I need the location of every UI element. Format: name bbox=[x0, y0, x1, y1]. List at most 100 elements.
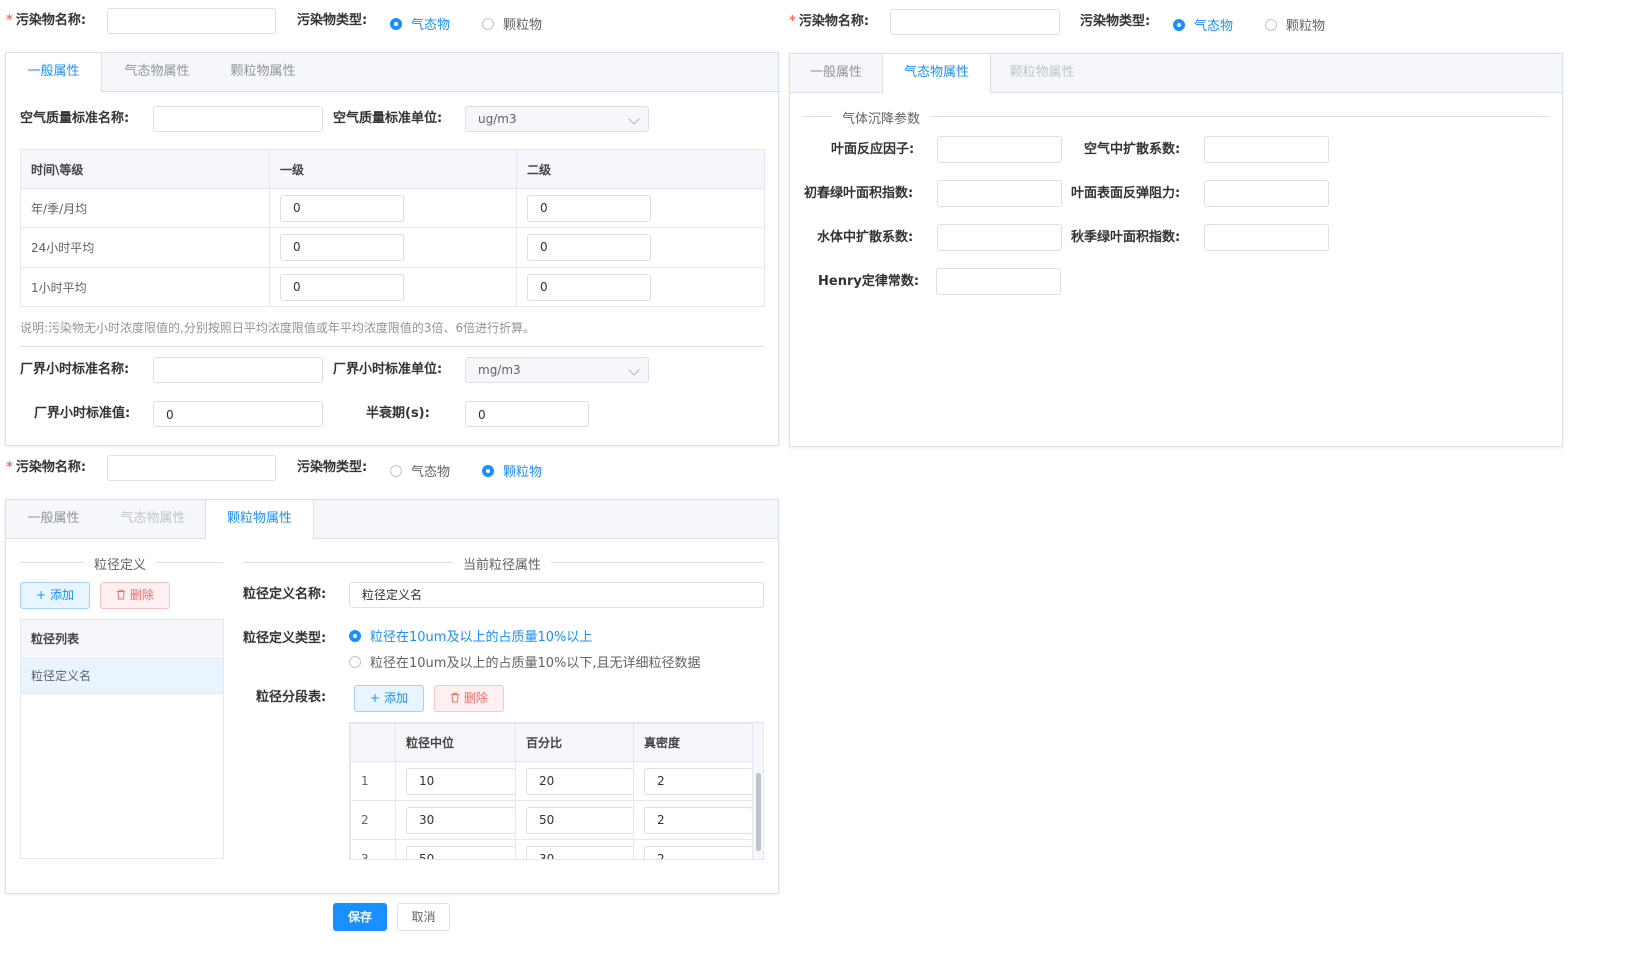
table-row: 2 30 50 2 bbox=[350, 800, 753, 840]
water-diffusion-input[interactable] bbox=[937, 224, 1062, 251]
density-input[interactable]: 2 bbox=[644, 767, 753, 795]
pollutant-name-input[interactable] bbox=[107, 8, 276, 34]
half-life-input[interactable]: 0 bbox=[465, 401, 589, 427]
air-diffusion-label: 空气中扩散系数: bbox=[1084, 142, 1181, 157]
current-particle-title: 当前粒径属性 bbox=[453, 554, 552, 573]
fb-standard-name-input[interactable] bbox=[153, 357, 323, 383]
median-input[interactable]: 10 bbox=[406, 767, 516, 795]
plus-icon: + bbox=[370, 691, 381, 705]
particle-list: 粒径列表 粒径定义名 bbox=[20, 619, 224, 859]
pollutant-type-label: 污染物类型: bbox=[1080, 14, 1151, 29]
tab-gaseous[interactable]: 气态物属性 bbox=[103, 53, 211, 91]
henry-constant-label: Henry定律常数: bbox=[818, 274, 920, 289]
pollutant-type-label: 污染物类型: bbox=[297, 460, 368, 475]
radio-gaseous[interactable]: 气态物 bbox=[390, 14, 450, 33]
particulate-properties-panel: 一般属性 气态物属性 颗粒物属性 粒径定义 + 添加 删除 粒径列表 粒径定义名… bbox=[5, 499, 779, 894]
col-index bbox=[350, 723, 396, 762]
aq-standard-name-input[interactable] bbox=[153, 106, 323, 132]
add-definition-button[interactable]: + 添加 bbox=[20, 582, 90, 609]
add-segment-button[interactable]: + 添加 bbox=[354, 685, 424, 712]
pollutant-name-label: * 污染物名称: bbox=[789, 14, 870, 29]
radio-particulate[interactable]: 颗粒物 bbox=[482, 14, 542, 33]
trash-icon bbox=[451, 692, 460, 703]
particle-definition-title: 粒径定义 bbox=[84, 554, 157, 573]
scrollbar-thumb[interactable] bbox=[756, 773, 761, 851]
chevron-down-icon bbox=[628, 113, 640, 125]
tab-bar: 一般属性 气态物属性 颗粒物属性 bbox=[790, 54, 1562, 93]
radio-gaseous[interactable]: 气态物 bbox=[1173, 15, 1233, 34]
grade1-input[interactable]: 0 bbox=[280, 234, 404, 261]
tab-general[interactable]: 一般属性 bbox=[790, 54, 882, 92]
definition-type-label: 粒径定义类型: bbox=[243, 631, 327, 646]
median-input[interactable]: 30 bbox=[406, 806, 516, 834]
leaf-resistance-input[interactable] bbox=[1204, 180, 1329, 207]
henry-constant-input[interactable] bbox=[936, 268, 1061, 295]
tab-particulate[interactable]: 颗粒物属性 bbox=[211, 53, 315, 91]
segment-table-label: 粒径分段表: bbox=[256, 690, 327, 705]
spring-lai-label: 初春绿叶面积指数: bbox=[804, 186, 914, 201]
chevron-down-icon bbox=[628, 364, 640, 376]
cancel-button[interactable]: 取消 bbox=[397, 903, 450, 931]
radio-particulate[interactable]: 颗粒物 bbox=[1265, 15, 1325, 34]
grade2-input[interactable]: 0 bbox=[527, 234, 651, 261]
tab-general[interactable]: 一般属性 bbox=[6, 53, 102, 92]
particle-list-header: 粒径列表 bbox=[21, 620, 223, 659]
density-input[interactable]: 2 bbox=[644, 845, 753, 859]
conversion-note: 说明:污染物无小时浓度限值的,分别按照日平均浓度限值或年平均浓度限值的3倍、6倍… bbox=[20, 321, 536, 335]
definition-name-label: 粒径定义名称: bbox=[243, 587, 327, 602]
tab-general[interactable]: 一般属性 bbox=[6, 500, 101, 538]
tab-particulate[interactable]: 颗粒物属性 bbox=[205, 500, 314, 539]
aq-standard-unit-select[interactable]: ug/m3 bbox=[465, 106, 649, 132]
row-index: 3 bbox=[350, 839, 396, 859]
percent-input[interactable]: 50 bbox=[526, 806, 634, 834]
row-label: 24小时平均 bbox=[20, 227, 270, 268]
pollutant-name-label: * 污染物名称: bbox=[6, 460, 87, 475]
air-diffusion-input[interactable] bbox=[1204, 136, 1329, 163]
gaseous-properties-panel: 一般属性 气态物属性 颗粒物属性 气体沉降参数 叶面反应因子: 空气中扩散系数:… bbox=[789, 53, 1563, 447]
delete-segment-button[interactable]: 删除 bbox=[434, 685, 504, 712]
tab-gaseous[interactable]: 气态物属性 bbox=[101, 500, 205, 538]
water-diffusion-label: 水体中扩散系数: bbox=[817, 230, 914, 245]
pollutant-name-input[interactable] bbox=[107, 455, 276, 481]
tab-particulate[interactable]: 颗粒物属性 bbox=[989, 54, 1095, 92]
density-input[interactable]: 2 bbox=[644, 806, 753, 834]
autumn-lai-label: 秋季绿叶面积指数: bbox=[1071, 230, 1181, 245]
plus-icon: + bbox=[36, 588, 47, 602]
list-item[interactable]: 粒径定义名 bbox=[21, 659, 223, 694]
fb-standard-unit-select[interactable]: mg/m3 bbox=[465, 357, 649, 383]
tab-gaseous[interactable]: 气态物属性 bbox=[882, 54, 991, 93]
definition-name-input[interactable]: 粒径定义名 bbox=[349, 582, 764, 608]
tab-bar: 一般属性 气态物属性 颗粒物属性 bbox=[6, 500, 778, 539]
grade2-input[interactable]: 0 bbox=[527, 194, 651, 222]
trash-icon bbox=[117, 589, 126, 600]
scrollbar-track[interactable] bbox=[752, 723, 763, 859]
percent-input[interactable]: 30 bbox=[526, 845, 634, 859]
fb-standard-value-label: 厂界小时标准值: bbox=[34, 406, 131, 421]
grade-table-header: 时间\等级 一级 二级 bbox=[20, 149, 765, 189]
grade1-input[interactable]: 0 bbox=[280, 273, 404, 301]
aq-standard-unit-label: 空气质量标准单位: bbox=[333, 111, 443, 126]
divider bbox=[20, 346, 764, 347]
percent-input[interactable]: 20 bbox=[526, 767, 634, 795]
section-title: 气体沉降参数 bbox=[832, 108, 931, 127]
delete-definition-button[interactable]: 删除 bbox=[100, 582, 170, 609]
radio-def-type-above[interactable]: 粒径在10um及以上的占质量10%以上 bbox=[349, 626, 592, 645]
segment-table-header: 粒径中位 百分比 真密度 bbox=[350, 723, 753, 762]
radio-def-type-below[interactable]: 粒径在10um及以上的占质量10%以下,且无详细粒径数据 bbox=[349, 652, 700, 671]
aq-standard-name-label: 空气质量标准名称: bbox=[20, 111, 130, 126]
spring-lai-input[interactable] bbox=[937, 180, 1062, 207]
grade1-input[interactable]: 0 bbox=[280, 194, 404, 222]
radio-particulate[interactable]: 颗粒物 bbox=[482, 461, 542, 480]
radio-gaseous[interactable]: 气态物 bbox=[390, 461, 450, 480]
leaf-factor-input[interactable] bbox=[937, 136, 1062, 163]
leaf-factor-label: 叶面反应因子: bbox=[831, 142, 915, 157]
col-percent: 百分比 bbox=[515, 723, 634, 762]
save-button[interactable]: 保存 bbox=[333, 903, 387, 931]
col-time-grade: 时间\等级 bbox=[20, 149, 270, 189]
pollutant-name-input[interactable] bbox=[890, 9, 1060, 35]
fb-standard-value-input[interactable]: 0 bbox=[153, 401, 323, 427]
median-input[interactable]: 50 bbox=[406, 845, 516, 859]
row-index: 2 bbox=[350, 800, 396, 840]
grade2-input[interactable]: 0 bbox=[527, 273, 651, 301]
autumn-lai-input[interactable] bbox=[1204, 224, 1329, 251]
